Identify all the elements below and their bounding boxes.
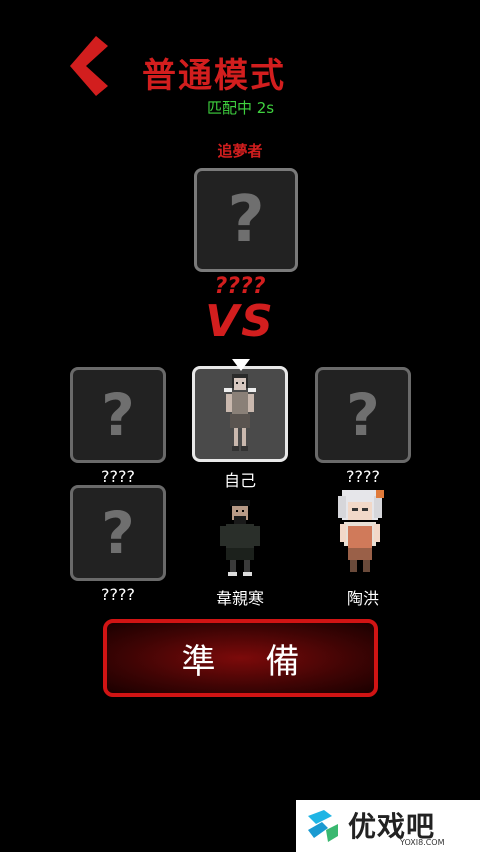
player-name-self: 自己	[223, 471, 256, 490]
question-mark-icon: ?	[101, 381, 135, 449]
player-name-3: ????	[346, 467, 380, 486]
page-title: 普通模式	[142, 56, 286, 96]
player-slot-3: ?	[315, 367, 411, 463]
player-name-tao: 陶洪	[346, 589, 379, 608]
player-name-4: ????	[101, 585, 135, 604]
opponent-slot: ?	[194, 168, 298, 272]
opponent-role-label: 追夢者	[217, 142, 263, 160]
player-slot-1: ?	[70, 367, 166, 463]
player-name-wei: 韋親寒	[215, 589, 264, 608]
player-name-1: ????	[101, 467, 135, 486]
self-indicator-icon	[232, 359, 250, 371]
back-button[interactable]	[64, 34, 116, 98]
question-mark-icon: ?	[101, 499, 135, 567]
player-slot-4: ?	[70, 485, 166, 581]
matching-status: 匹配中 2s	[207, 99, 275, 117]
player-slot-self	[192, 366, 288, 462]
question-mark-icon: ?	[227, 183, 265, 257]
watermark-logo-icon	[308, 810, 338, 842]
watermark: 优戏吧 YOXI8.COM	[296, 800, 480, 852]
watermark-url: YOXI8.COM	[400, 838, 445, 847]
ready-button[interactable]: 準備	[103, 619, 378, 697]
question-mark-icon: ?	[346, 381, 380, 449]
character-sprite-tao	[330, 486, 390, 582]
character-sprite-wei	[212, 494, 268, 582]
vs-label: VS	[205, 296, 275, 347]
self-character-sprite	[224, 374, 256, 451]
chevron-left-icon	[70, 36, 108, 96]
ready-button-label: 準備	[181, 641, 350, 682]
